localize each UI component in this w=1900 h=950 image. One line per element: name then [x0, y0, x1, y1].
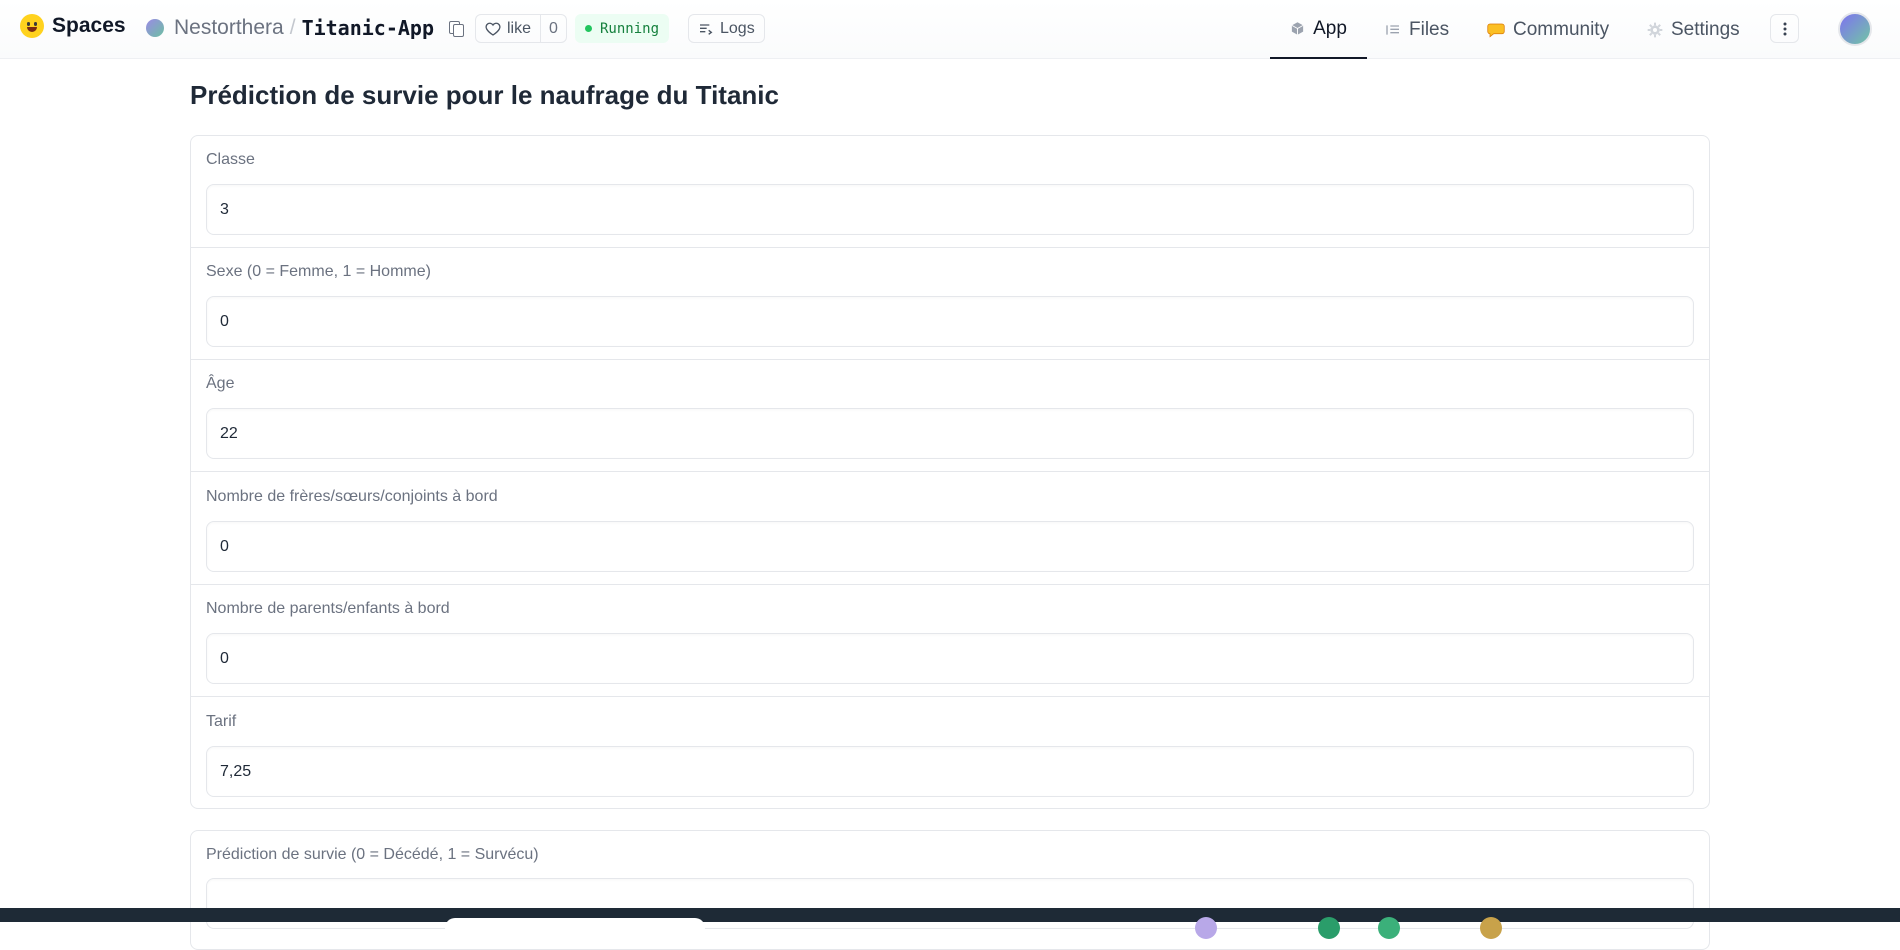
tab-files-label: Files [1409, 18, 1450, 40]
age-input[interactable]: 22 [206, 408, 1694, 459]
tab-files[interactable]: Files [1367, 0, 1469, 59]
breadcrumb-separator: / [289, 16, 296, 39]
top-navigation-bar: Spaces Nestorthera / Titanic-App like 0 … [0, 0, 1900, 59]
tab-community[interactable]: Community [1469, 0, 1629, 59]
field-label: Âge [206, 375, 235, 392]
hugging-face-logo-icon [20, 14, 44, 38]
taskbar-app-icon[interactable] [1378, 917, 1400, 939]
classe-input[interactable]: 3 [206, 184, 1694, 235]
siblings-spouses-input[interactable]: 0 [206, 521, 1694, 572]
taskbar-app-icon[interactable] [1480, 917, 1502, 939]
taskbar-app-icon[interactable] [1318, 917, 1340, 939]
status-badge[interactable]: Running [575, 14, 670, 43]
like-control: like 0 [475, 14, 567, 43]
heart-icon [485, 22, 501, 36]
copy-icon[interactable] [448, 20, 465, 37]
parents-children-input[interactable]: 0 [206, 633, 1694, 684]
logs-button[interactable]: Logs [688, 14, 765, 43]
space-tabs: App Files Community Settings [1270, 0, 1771, 59]
field-tarif: Tarif 7,25 [191, 698, 1709, 808]
like-count[interactable]: 0 [541, 15, 566, 42]
brand-label: Spaces [52, 14, 126, 37]
field-label: Nombre de parents/enfants à bord [206, 600, 450, 617]
owner-link[interactable]: Nestorthera [174, 16, 284, 40]
community-icon [1487, 23, 1505, 38]
owner-avatar [146, 19, 164, 37]
os-taskbar [0, 908, 1900, 939]
taskbar-app-icon[interactable] [1195, 917, 1217, 939]
more-vertical-icon [1783, 22, 1786, 35]
sexe-input[interactable]: 0 [206, 296, 1694, 347]
tab-community-label: Community [1513, 18, 1610, 40]
tab-app-label: App [1313, 17, 1347, 39]
gear-icon [1647, 22, 1663, 37]
tab-app[interactable]: App [1270, 0, 1367, 59]
field-parents-children: Nombre de parents/enfants à bord 0 [191, 585, 1709, 697]
logs-label: Logs [720, 19, 755, 37]
spaces-home-link[interactable]: Spaces [20, 14, 126, 38]
repo-name-link[interactable]: Titanic-App [302, 16, 434, 40]
field-classe: Classe 3 [191, 136, 1709, 248]
field-sexe: Sexe (0 = Femme, 1 = Homme) 0 [191, 248, 1709, 360]
input-form: Classe 3 Sexe (0 = Femme, 1 = Homme) 0 Â… [190, 135, 1710, 809]
status-label: Running [600, 20, 660, 37]
taskbar-search[interactable] [445, 918, 705, 938]
field-label: Sexe (0 = Femme, 1 = Homme) [206, 263, 431, 280]
field-label: Classe [206, 151, 255, 168]
more-options-button[interactable] [1770, 14, 1799, 43]
status-dot-icon [585, 25, 592, 32]
like-label: like [507, 19, 532, 37]
like-button[interactable]: like [476, 15, 542, 42]
tarif-input[interactable]: 7,25 [206, 746, 1694, 797]
tab-settings-label: Settings [1671, 18, 1740, 40]
files-icon [1386, 24, 1399, 35]
logs-icon [700, 23, 713, 35]
field-age: Âge 22 [191, 360, 1709, 472]
output-label: Prédiction de survie (0 = Décédé, 1 = Su… [206, 846, 539, 863]
tab-settings[interactable]: Settings [1629, 0, 1771, 59]
user-avatar[interactable] [1838, 12, 1872, 46]
page-title: Prédiction de survie pour le naufrage du… [190, 80, 779, 110]
cube-icon [1291, 22, 1304, 35]
field-siblings-spouses: Nombre de frères/sœurs/conjoints à bord … [191, 473, 1709, 585]
breadcrumb: Nestorthera / Titanic-App [146, 16, 465, 40]
field-label: Nombre de frères/sœurs/conjoints à bord [206, 488, 498, 505]
field-label: Tarif [206, 713, 237, 730]
